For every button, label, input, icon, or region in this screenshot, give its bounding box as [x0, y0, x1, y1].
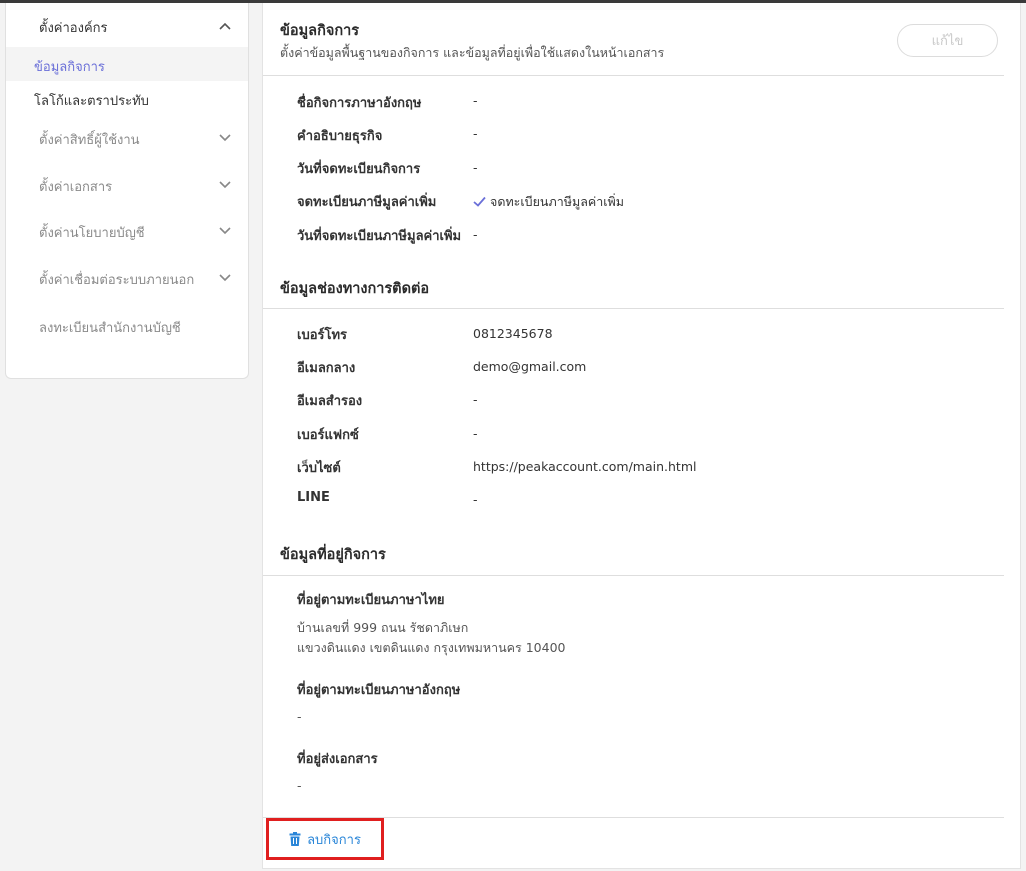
sidebar-group-label: ตั้งค่าเชื่อมต่อระบบภายนอก: [39, 273, 195, 288]
contact-info-title: ข้อมูลช่องทางการติดต่อ: [280, 281, 430, 297]
business-settings-panel: ข้อมูลกิจการ ตั้งค่าข้อมูลพื้นฐานของกิจก…: [262, 3, 1021, 869]
sidebar-group-organization[interactable]: ตั้งค่าองค์กร: [6, 3, 248, 47]
field-value-vat-registered: จดทะเบียนภาษีมูลค่าเพิ่ม: [473, 192, 624, 212]
mailing-address-label: ที่อยู่ส่งเอกสาร: [297, 752, 378, 767]
edit-button[interactable]: แก้ไข: [897, 24, 998, 57]
trash-icon: [289, 832, 301, 846]
field-value-backup-email: -: [473, 392, 478, 407]
business-info-title: ข้อมูลกิจการ: [280, 23, 360, 39]
field-value-vat-registration-date: -: [473, 227, 478, 242]
thai-address-line2: แขวงดินแดง เขตดินแดง กรุงเทพมหานคร 10400: [297, 640, 566, 655]
field-label-english-name: ชื่อกิจการภาษาอังกฤษ: [297, 96, 422, 111]
settings-sidebar: ตั้งค่าองค์กร ข้อมูลกิจการ โลโก้และตราปร…: [5, 3, 249, 379]
sidebar-group-documents[interactable]: ตั้งค่าเอกสาร: [6, 164, 248, 208]
sidebar-group-accounting-policy[interactable]: ตั้งค่านโยบายบัญชี: [6, 210, 248, 254]
chevron-down-icon: [218, 130, 232, 144]
vat-status-text: จดทะเบียนภาษีมูลค่าเพิ่ม: [490, 194, 625, 209]
field-label-phone: เบอร์โทร: [297, 328, 348, 343]
sidebar-group-user-permissions[interactable]: ตั้งค่าสิทธิ์ผู้ใช้งาน: [6, 117, 248, 161]
field-label-registration-date: วันที่จดทะเบียนกิจการ: [297, 162, 421, 177]
field-value-english-name: -: [473, 93, 478, 108]
sidebar-group-label: ตั้งค่าองค์กร: [39, 21, 108, 36]
sidebar-item-business-info[interactable]: ข้อมูลกิจการ: [6, 47, 248, 81]
field-label-vat-registration-date: วันที่จดทะเบียนภาษีมูลค่าเพิ่ม: [297, 229, 462, 244]
field-label-main-email: อีเมลกลาง: [297, 361, 356, 376]
field-label-business-description: คำอธิบายธุรกิจ: [297, 129, 383, 144]
chevron-down-icon: [218, 177, 232, 191]
delete-business-label: ลบกิจการ: [307, 832, 361, 848]
sidebar-group-label: ตั้งค่านโยบายบัญชี: [39, 226, 145, 241]
sidebar-item-label: ลงทะเบียนสำนักงานบัญชี: [39, 321, 181, 336]
field-value-fax: -: [473, 426, 478, 441]
sidebar-item-label: โลโก้และตราประทับ: [34, 94, 149, 109]
chevron-up-icon: [218, 20, 232, 34]
field-label-fax: เบอร์แฟกซ์: [297, 428, 359, 443]
mailing-address-value: -: [297, 778, 302, 793]
english-address-label: ที่อยู่ตามทะเบียนภาษาอังกฤษ: [297, 683, 461, 698]
sidebar-item-register-accounting-office[interactable]: ลงทะเบียนสำนักงานบัญชี: [6, 305, 248, 345]
chevron-down-icon: [218, 270, 232, 284]
sidebar-group-label: ตั้งค่าสิทธิ์ผู้ใช้งาน: [39, 133, 140, 148]
sidebar-group-label: ตั้งค่าเอกสาร: [39, 180, 113, 195]
field-value-main-email: demo@gmail.com: [473, 359, 587, 374]
business-info-subtitle: ตั้งค่าข้อมูลพื้นฐานของกิจการ และข้อมูลท…: [280, 45, 665, 60]
field-value-line: -: [473, 492, 478, 507]
sidebar-group-integrations[interactable]: ตั้งค่าเชื่อมต่อระบบภายนอก: [6, 257, 248, 301]
divider: [263, 75, 1004, 76]
thai-address-line1: บ้านเลขที่ 999 ถนน รัชดาภิเษก: [297, 620, 469, 635]
field-label-backup-email: อีเมลสำรอง: [297, 394, 363, 409]
sidebar-item-label: ข้อมูลกิจการ: [34, 60, 105, 75]
field-value-registration-date: -: [473, 160, 478, 175]
sidebar-item-logo-stamp[interactable]: โลโก้และตราประทับ: [6, 81, 248, 115]
field-label-vat-registered: จดทะเบียนภาษีมูลค่าเพิ่ม: [297, 195, 437, 210]
chevron-down-icon: [218, 223, 232, 237]
field-label-line: LINE: [297, 490, 330, 505]
check-icon: [473, 195, 486, 210]
address-info-title: ข้อมูลที่อยู่กิจการ: [280, 547, 386, 563]
divider: [263, 308, 1004, 309]
english-address-value: -: [297, 709, 302, 724]
field-label-website: เว็บไซต์: [297, 461, 341, 476]
delete-business-button[interactable]: ลบกิจการ: [266, 818, 384, 860]
thai-address-label: ที่อยู่ตามทะเบียนภาษาไทย: [297, 593, 445, 608]
field-value-business-description: -: [473, 126, 478, 141]
field-value-website: https://peakaccount.com/main.html: [473, 459, 697, 474]
divider: [263, 575, 1004, 576]
field-value-phone: 0812345678: [473, 326, 553, 341]
